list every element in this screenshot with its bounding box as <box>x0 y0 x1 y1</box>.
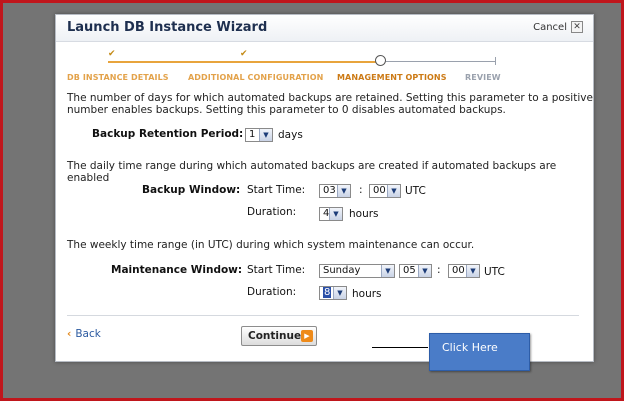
backup-duration-unit: hours <box>349 208 379 220</box>
backup-window-description: The daily time range during which automa… <box>67 160 557 184</box>
screenshot-frame: Launch DB Instance Wizard Cancel ✕ ✔ ✔ D… <box>0 0 624 401</box>
chevron-down-icon: ▼ <box>466 265 479 277</box>
close-icon[interactable]: ✕ <box>571 21 583 33</box>
maintenance-hour-value: 05 <box>403 265 416 276</box>
wizard-progress: ✔ ✔ DB INSTANCE DETAILS ADDITIONAL CONFI… <box>56 49 593 85</box>
step-2-check-icon: ✔ <box>240 49 248 59</box>
backup-retention-label: Backup Retention Period: <box>92 128 244 140</box>
maintenance-day-value: Sunday <box>323 265 361 276</box>
backup-retention-unit: days <box>278 129 303 141</box>
maintenance-window-label: Maintenance Window: <box>111 264 243 276</box>
maintenance-start-time-label: Start Time: <box>247 264 306 276</box>
backup-start-hour-select[interactable]: 03 ▼ <box>319 184 351 198</box>
wizard-dialog: Launch DB Instance Wizard Cancel ✕ ✔ ✔ D… <box>55 14 594 371</box>
footer-divider <box>67 315 579 316</box>
chevron-down-icon: ▼ <box>329 208 342 220</box>
maintenance-hour-select[interactable]: 05 ▼ <box>399 264 432 278</box>
backup-retention-select[interactable]: 1 ▼ <box>245 128 273 142</box>
dialog-title: Launch DB Instance Wizard <box>67 20 268 35</box>
backup-start-hour-value: 03 <box>323 185 336 196</box>
progress-line-complete <box>108 61 378 63</box>
backup-time-separator: : <box>359 184 363 196</box>
maintenance-duration-value: 8 <box>323 287 332 298</box>
chevron-down-icon: ▼ <box>381 265 394 277</box>
step-label-db-instance-details: DB INSTANCE DETAILS <box>67 73 169 82</box>
step-label-review: REVIEW <box>465 73 501 82</box>
maintenance-minute-select[interactable]: 00 ▼ <box>448 264 480 278</box>
progress-end-marker <box>495 57 496 65</box>
backup-description-line-2: number enables backups. Setting this par… <box>67 104 506 116</box>
callout-text: Click Here <box>442 341 498 354</box>
backup-description-line-1: The number of days for which automated b… <box>67 92 593 104</box>
backup-timezone: UTC <box>405 185 426 197</box>
arrow-right-icon: ▶ <box>301 330 313 342</box>
chevron-down-icon: ▼ <box>387 185 400 197</box>
maintenance-timezone: UTC <box>484 266 505 278</box>
backup-start-minute-value: 00 <box>373 185 386 196</box>
maintenance-duration-unit: hours <box>352 288 382 300</box>
step-1-check-icon: ✔ <box>108 49 116 59</box>
backup-start-time-label: Start Time: <box>247 184 306 196</box>
back-link[interactable]: ‹ Back <box>67 328 101 340</box>
backup-window-label: Backup Window: <box>142 184 241 196</box>
maintenance-duration-label: Duration: <box>247 286 297 298</box>
chevron-down-icon: ▼ <box>259 129 272 141</box>
maintenance-time-separator: : <box>437 264 441 276</box>
maintenance-duration-select[interactable]: 8 ▼ <box>319 286 347 300</box>
backup-start-minute-select[interactable]: 00 ▼ <box>369 184 401 198</box>
chevron-down-icon: ▼ <box>418 265 431 277</box>
callout-connector-line <box>372 347 428 348</box>
chevron-left-icon: ‹ <box>67 328 72 340</box>
backup-duration-label: Duration: <box>247 206 297 218</box>
chevron-down-icon: ▼ <box>337 185 350 197</box>
dialog-titlebar: Launch DB Instance Wizard Cancel ✕ <box>56 15 593 42</box>
maintenance-window-description: The weekly time range (in UTC) during wh… <box>67 239 475 251</box>
progress-line-pending <box>386 61 496 62</box>
maintenance-day-select[interactable]: Sunday ▼ <box>319 264 395 278</box>
continue-button[interactable]: Continue ▶ <box>241 326 317 346</box>
chevron-down-icon: ▼ <box>333 287 346 299</box>
backup-retention-value: 1 <box>249 129 256 140</box>
backup-duration-select[interactable]: 4 ▼ <box>319 207 343 221</box>
back-label: Back <box>75 328 101 340</box>
cancel-label: Cancel <box>533 21 567 33</box>
step-label-management-options: MANAGEMENT OPTIONS <box>337 73 447 82</box>
click-here-callout: Click Here <box>429 333 530 371</box>
continue-label: Continue <box>248 330 302 342</box>
cancel-button[interactable]: Cancel ✕ <box>533 21 583 33</box>
current-step-marker <box>375 55 386 66</box>
maintenance-minute-value: 00 <box>452 265 465 276</box>
step-label-additional-configuration: ADDITIONAL CONFIGURATION <box>188 73 324 82</box>
